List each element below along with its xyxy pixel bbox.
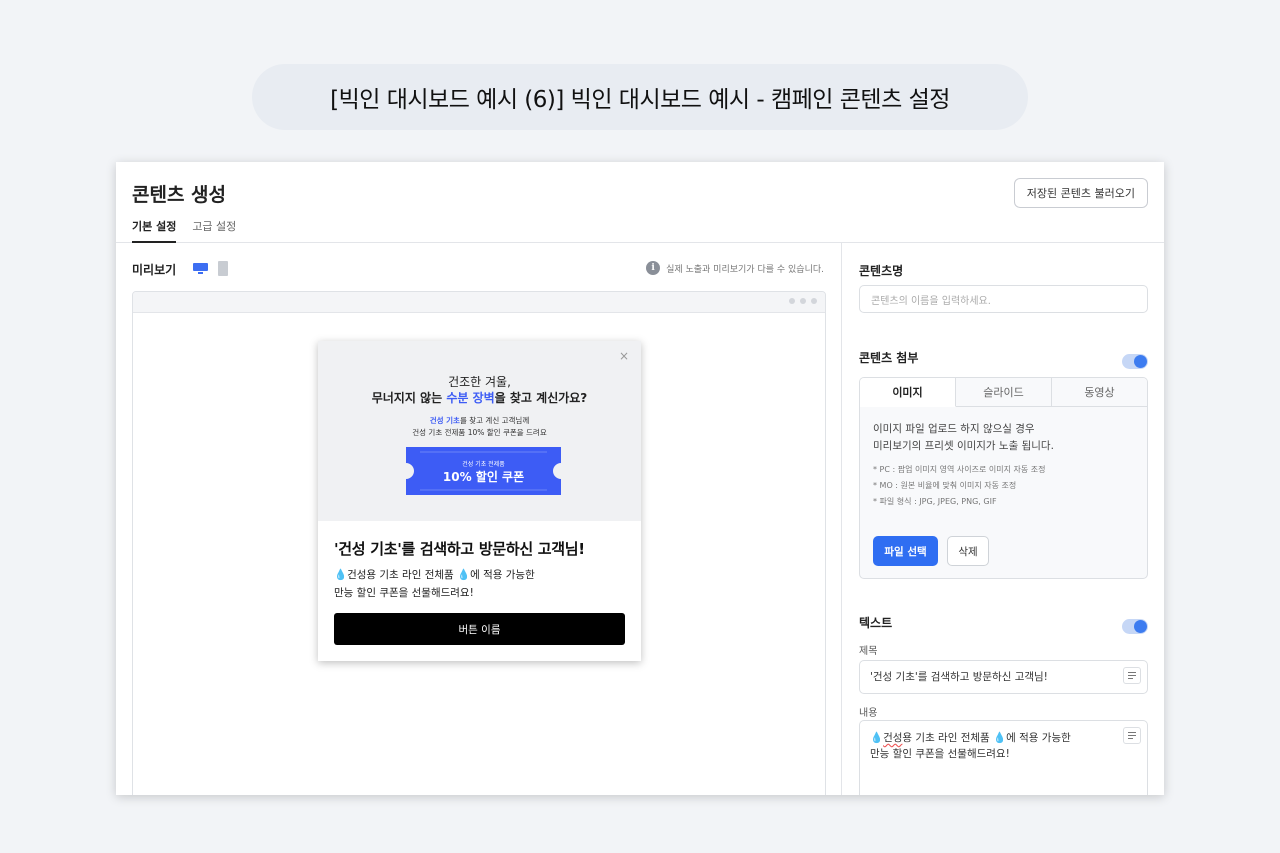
popup-body-line-2: 만능 할인 쿠폰을 선물해드려요! [334,587,474,599]
text-toggle[interactable] [1122,619,1148,634]
settings-panel: 콘텐츠명 콘텐츠의 이름을 입력하세요. 콘텐츠 첨부 이미지 슬라이드 동영상… [842,243,1164,795]
coupon-title: 10% 할인 쿠폰 [442,470,525,484]
text-format-icon[interactable] [1123,667,1141,684]
mobile-icon[interactable] [218,261,228,276]
promo-line-1: 건조한 겨울, [448,375,511,389]
popup-title: '건성 기초'를 검색하고 방문하신 고객님! [334,540,585,558]
preview-notice-text: 실제 노출과 미리보기가 다를 수 있습니다. [666,264,824,275]
coupon-subtitle: 건성 기초 전제품 [462,461,505,468]
attachment-desc-2: 미리보기의 프리셋 이미지가 노출 됩니다. [873,440,1054,452]
water-drop-icon: 💧 [993,732,1007,744]
editor-title: 콘텐츠 생성 [132,184,227,206]
content-editor-window: 콘텐츠 생성 저장된 콘텐츠 불러오기 기본 설정 고급 설정 미리보기 i 실… [116,162,1164,795]
preview-label: 미리보기 [132,263,177,277]
preview-notice: i 실제 노출과 미리보기가 다를 수 있습니다. [646,261,824,275]
coupon-graphic: 건성 기초 전제품 10% 할인 쿠폰 [406,447,561,495]
preview-panel: 미리보기 i 실제 노출과 미리보기가 다를 수 있습니다. × 건조한 겨울,… [116,243,842,795]
attachment-note-mo: * MO : 원본 비율에 맞춰 이미지 자동 조정 [873,481,1017,490]
attachment-note-pc: * PC : 팝업 이미지 영역 사이즈로 이미지 자동 조정 [873,465,1046,474]
promo-sub-1: 건성 기초를 찾고 계신 고객님께 [429,416,530,425]
attachment-tabs: 이미지 슬라이드 동영상 [860,378,1147,407]
title-field-value: '건성 기초'를 검색하고 방문하신 고객님! [870,671,1048,683]
attachment-desc-1: 이미지 파일 업로드 하지 않으실 경우 [873,423,1035,435]
popup-body-line-1: 💧건성용 기초 라인 전체품 💧에 적용 가능한 [334,569,535,581]
promo-line-2: 무너지지 않는 수분 장벽을 찾고 계신가요? [371,391,588,405]
attachment-box: 이미지 슬라이드 동영상 이미지 파일 업로드 하지 않으실 경우 미리보기의 … [859,377,1148,579]
popup-image: × 건조한 겨울, 무너지지 않는 수분 장벽을 찾고 계신가요? 건성 기초를… [318,341,641,521]
body-field-line-2: 만능 할인 쿠폰을 선물해드려요! [870,748,1010,760]
browser-preview-frame: × 건조한 겨울, 무너지지 않는 수분 장벽을 찾고 계신가요? 건성 기초를… [132,291,826,795]
tab-video[interactable]: 동영상 [1052,378,1147,406]
content-name-label: 콘텐츠명 [859,264,904,278]
settings-tabs: 기본 설정 고급 설정 [132,218,236,243]
tab-basic-settings[interactable]: 기본 설정 [132,218,177,243]
tab-image[interactable]: 이미지 [860,378,956,407]
info-icon: i [646,261,661,275]
water-drop-icon: 💧 [334,569,348,581]
delete-button[interactable]: 삭제 [947,536,989,566]
page-title: [빅인 대시보드 예시 (6)] 빅인 대시보드 예시 - 캠페인 콘텐츠 설정 [252,64,1028,130]
body-field-label: 내용 [859,708,878,719]
text-section-label: 텍스트 [859,616,893,630]
load-saved-content-button[interactable]: 저장된 콘텐츠 불러오기 [1013,178,1148,208]
attachment-label: 콘텐츠 첨부 [859,351,919,365]
popup-cta-button[interactable]: 버튼 이름 [334,613,625,645]
browser-dots-icon [789,298,817,304]
attachment-toggle[interactable] [1122,354,1148,369]
promo-sub-2: 건성 기초 전제품 10% 할인 쿠폰을 드려요 [412,428,547,437]
attachment-note-format: * 파일 형식 : JPG, JPEG, PNG, GIF [873,497,997,506]
tab-slide[interactable]: 슬라이드 [956,378,1052,406]
water-drop-icon: 💧 [457,569,471,581]
content-name-input[interactable]: 콘텐츠의 이름을 입력하세요. [859,285,1148,313]
tab-advanced-settings[interactable]: 고급 설정 [192,218,236,243]
desktop-icon[interactable] [193,263,208,274]
editor-header: 콘텐츠 생성 저장된 콘텐츠 불러오기 기본 설정 고급 설정 [116,162,1164,243]
body-field-line-1: 💧건성용 기초 라인 전체품 💧에 적용 가능한 [870,732,1071,744]
file-select-button[interactable]: 파일 선택 [873,536,938,566]
water-drop-icon: 💧 [870,732,884,744]
body-field[interactable]: 💧건성용 기초 라인 전체품 💧에 적용 가능한 만능 할인 쿠폰을 선물해드려… [859,720,1148,795]
title-field[interactable]: '건성 기초'를 검색하고 방문하신 고객님! [859,660,1148,694]
title-field-label: 제목 [859,646,878,657]
close-icon[interactable]: × [619,349,629,363]
browser-bar [133,292,825,313]
text-format-icon[interactable] [1123,727,1141,744]
popup-preview: × 건조한 겨울, 무너지지 않는 수분 장벽을 찾고 계신가요? 건성 기초를… [318,341,641,661]
